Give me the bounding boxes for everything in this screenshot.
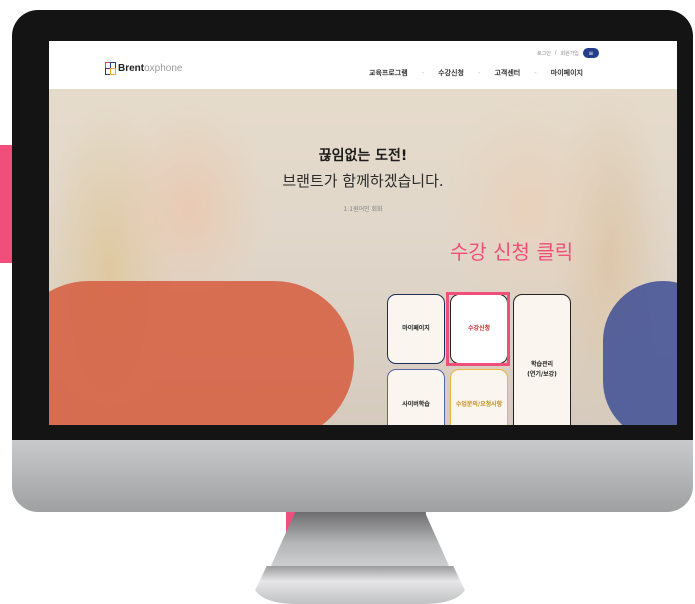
nav-item-mypage[interactable]: 마이페이지: [551, 68, 583, 78]
nav-item-support[interactable]: 고객센터: [494, 68, 520, 78]
login-link[interactable]: 로그인: [537, 50, 551, 57]
monitor-screen: Brentoxphone 로그인 / 회원가입 ≡ 교육프로그램 - 수강신청 …: [49, 41, 677, 425]
hero-tagline: 1:1원어민 회화: [343, 206, 383, 213]
logo-text: Brentoxphone: [118, 63, 183, 74]
nav-separator: -: [477, 69, 481, 77]
pink-accent-left: [0, 145, 12, 263]
quick-inquiry-button[interactable]: 수업문의/요청사항: [450, 369, 508, 425]
quick-mypage-button[interactable]: 마이페이지: [387, 294, 445, 364]
monitor-stand-base: [254, 566, 466, 604]
quick-study-button[interactable]: 학습관리 (연기/보강): [513, 294, 571, 425]
signup-link[interactable]: 회원가입: [561, 50, 579, 57]
quick-cyber-label: 사이버학습: [402, 401, 430, 409]
monitor-chin: [12, 440, 693, 512]
hero-subline: 브랜트가 함께하겠습니다.: [282, 172, 444, 190]
logo-icon: [105, 62, 116, 75]
quick-cyber-button[interactable]: 사이버학습: [387, 369, 445, 425]
utility-divider: /: [554, 50, 557, 56]
quick-study-label: 학습관리 (연기/보강): [527, 361, 557, 378]
decor-red-shape: [49, 281, 354, 425]
site-logo[interactable]: Brentoxphone: [105, 62, 183, 75]
utility-links: 로그인 / 회원가입 ≡: [537, 48, 599, 58]
site-header: Brentoxphone 로그인 / 회원가입 ≡ 교육프로그램 - 수강신청 …: [49, 41, 677, 89]
nav-separator: -: [421, 69, 425, 77]
nav-item-apply[interactable]: 수강신청: [438, 68, 464, 78]
apply-highlight-box: [446, 292, 510, 366]
nav-item-education[interactable]: 교육프로그램: [369, 68, 408, 78]
monitor-frame: Brentoxphone 로그인 / 회원가입 ≡ 교육프로그램 - 수강신청 …: [12, 10, 693, 604]
main-nav: 교육프로그램 - 수강신청 - 고객센터 - 마이페이지: [369, 68, 583, 78]
hero-headline: 끊임없는 도전!: [318, 148, 408, 164]
nav-separator: -: [534, 69, 537, 77]
quick-inquiry-label: 수업문의/요청사항: [455, 401, 503, 409]
menu-icon[interactable]: ≡: [582, 48, 599, 58]
quick-mypage-label: 마이페이지: [402, 325, 430, 333]
apply-click-callout: 수강 신청 클릭: [450, 240, 574, 264]
monitor-stand-neck: [270, 512, 450, 568]
